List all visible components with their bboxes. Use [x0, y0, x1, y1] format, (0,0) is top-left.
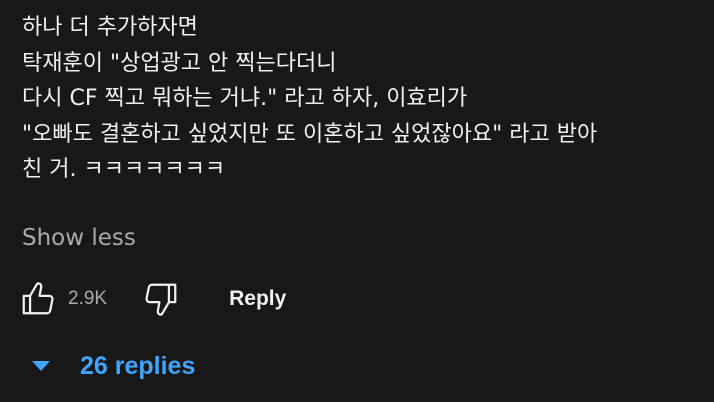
comment-line-3: 다시 CF 찍고 뭐하는 거냐." 라고 하자, 이효리가: [22, 86, 468, 111]
comment-line-4: "오빠도 결혼하고 싶었지만 또 이혼하고 싶었잖아요" 라고 받아: [22, 121, 598, 147]
reply-button[interactable]: Reply: [229, 287, 286, 311]
comment-line-2: 탁재훈이 "상업광고 안 찍는다더니: [22, 50, 337, 76]
view-replies-button[interactable]: 26 replies: [30, 344, 195, 388]
comment-body: 하나 더 추가하자면 탁재훈이 "상업광고 안 찍는다더니 다시 CF 찍고 뭐…: [22, 10, 702, 188]
dislike-button[interactable]: [139, 277, 183, 321]
caret-down-icon: [32, 361, 50, 371]
thumbs-up-icon: [22, 282, 54, 315]
show-less-link[interactable]: Show less: [22, 220, 136, 256]
like-button[interactable]: [16, 277, 60, 321]
replies-count-label: 26 replies: [80, 351, 196, 380]
like-count: 2.9K: [68, 288, 108, 309]
thumbs-down-icon: [145, 283, 177, 316]
comment-action-bar: 2.9K Reply: [16, 276, 286, 322]
comment-line-1: 하나 더 추가하자면: [22, 15, 198, 40]
comment-line-5: 친 거. ㅋㅋㅋㅋㅋㅋㅋ: [22, 157, 226, 182]
